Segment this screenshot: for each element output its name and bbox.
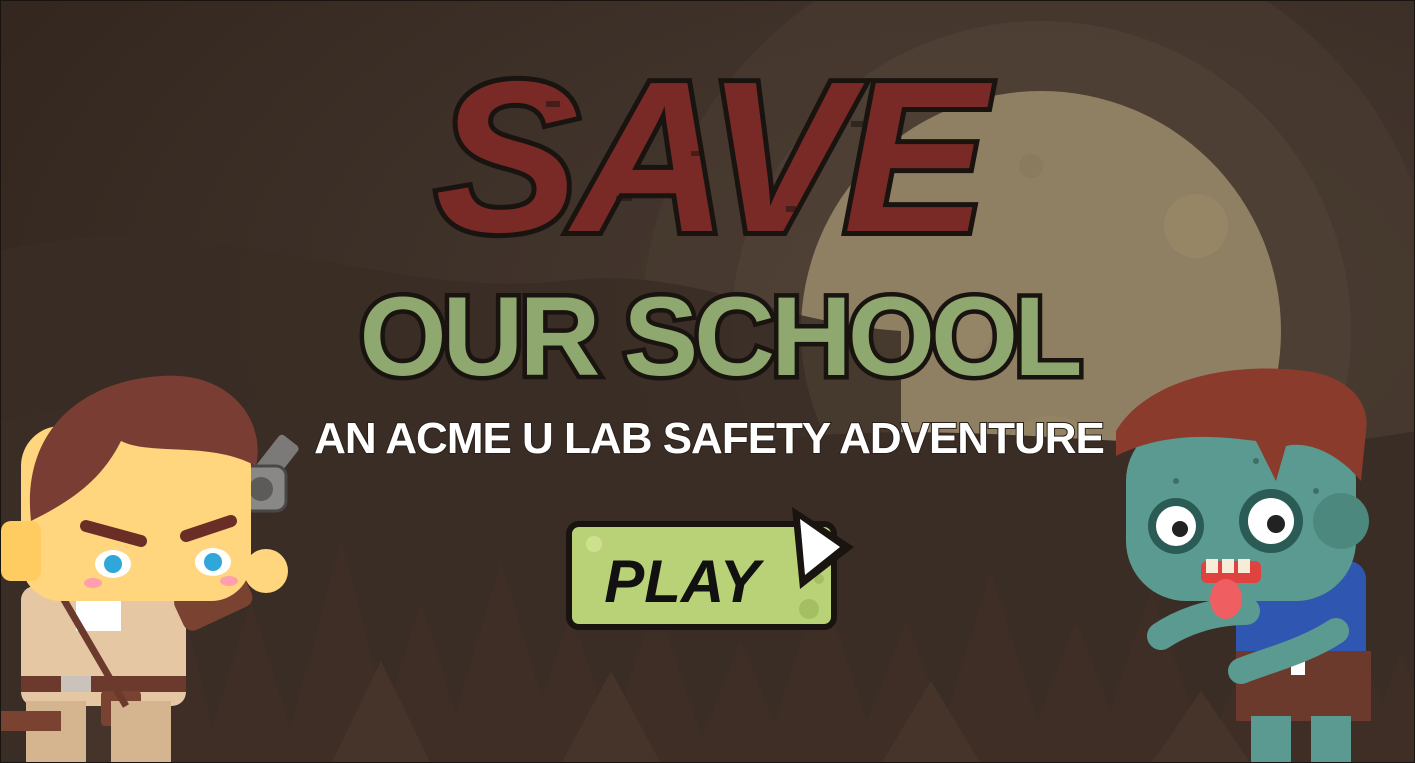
title-screen: SAVE OUR SCHOOL AN ACME U LAB SAFETY ADV… — [0, 0, 1415, 763]
game-title-save: SAVE — [430, 31, 1003, 261]
title-school-outline: OUR SCHOOL — [359, 274, 1079, 393]
zombie-character — [1116, 368, 1371, 762]
subtitle-text: AN ACME U LAB SAFETY ADVENTURE — [314, 414, 1104, 463]
play-label: PLAY — [604, 548, 765, 615]
play-button[interactable]: PLAY — [564, 499, 859, 634]
title-save-outline: SAVE — [435, 36, 992, 261]
hero-character — [1, 375, 299, 762]
